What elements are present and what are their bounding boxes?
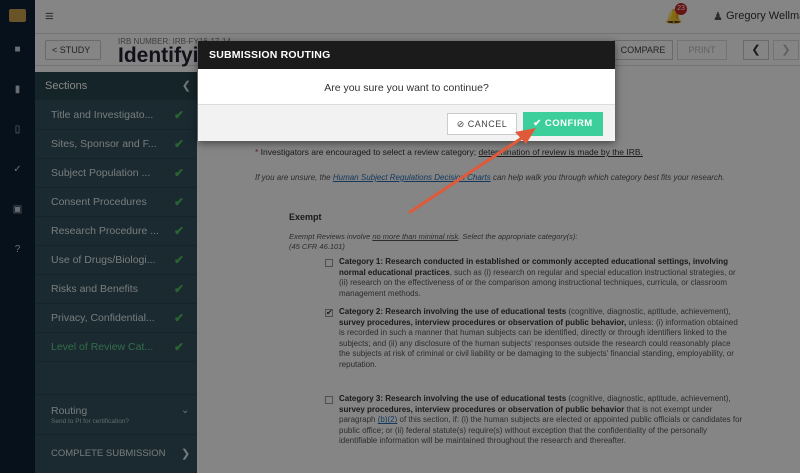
dialog-message: Are you sure you want to continue? — [324, 82, 489, 94]
cancel-button[interactable]: ⊘ CANCEL — [447, 113, 517, 135]
checkmark-icon: ✔ — [533, 118, 542, 129]
dialog-footer: ⊘ CANCEL ✔ CONFIRM — [198, 104, 615, 141]
cancel-icon: ⊘ — [456, 119, 465, 129]
confirm-label: CONFIRM — [544, 118, 593, 129]
dialog-title: SUBMISSION ROUTING — [198, 41, 615, 69]
confirm-button[interactable]: ✔ CONFIRM — [523, 112, 603, 136]
cancel-label: CANCEL — [467, 119, 508, 129]
submission-routing-dialog: SUBMISSION ROUTING Are you sure you want… — [198, 41, 615, 141]
